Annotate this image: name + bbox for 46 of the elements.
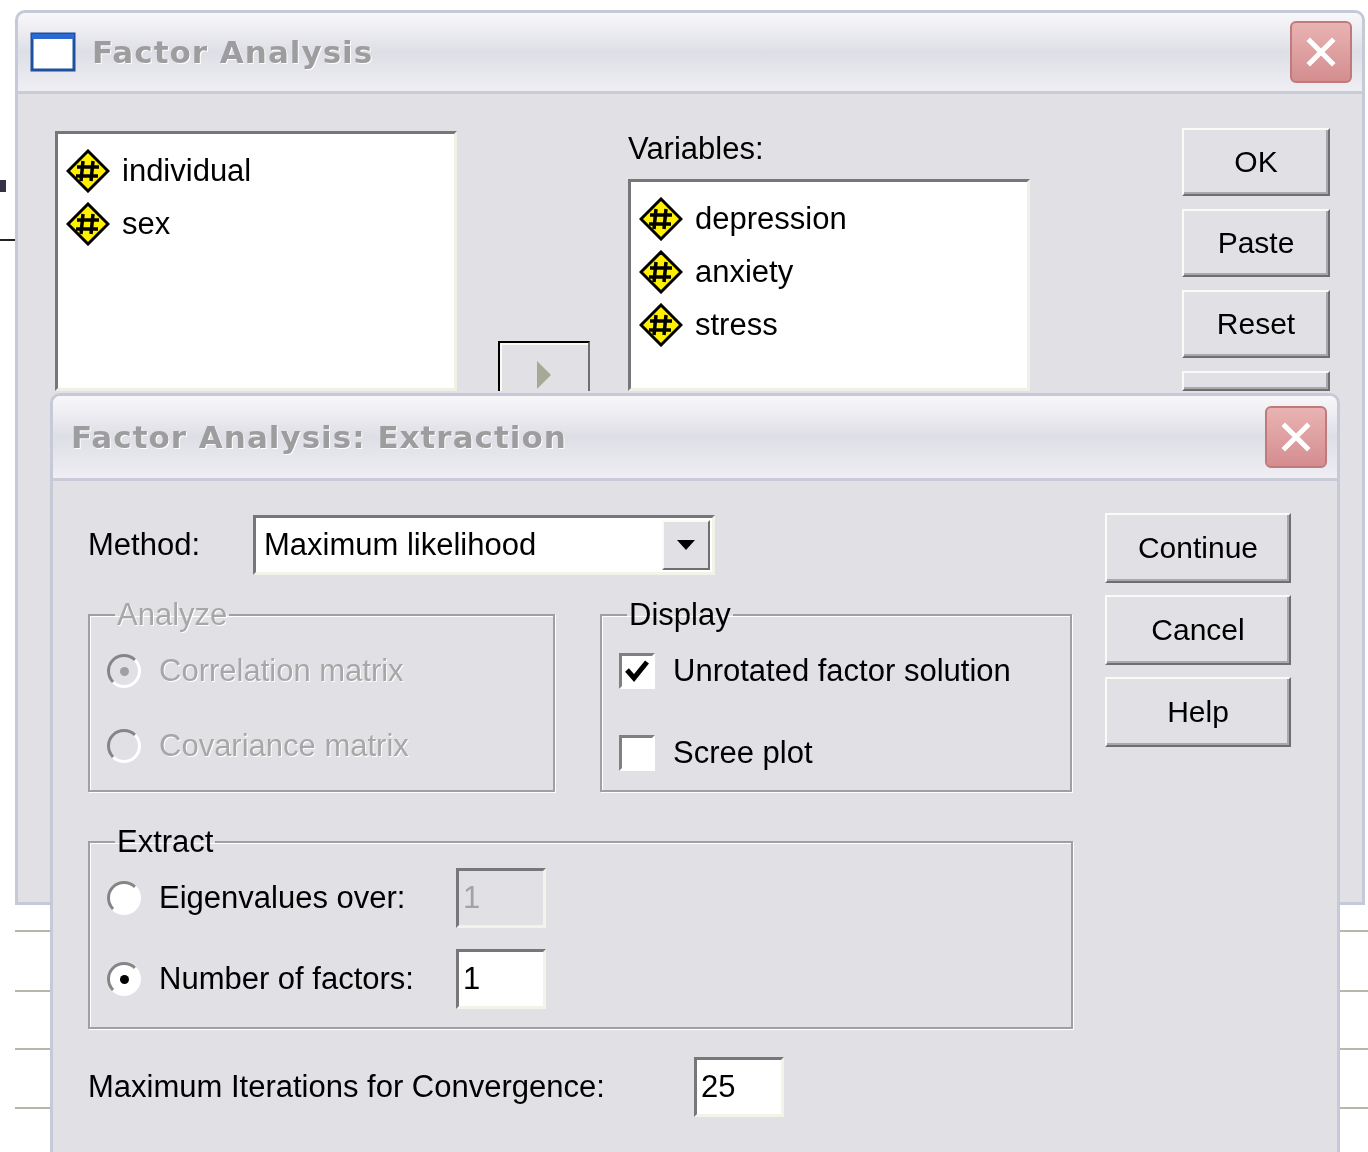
close-button[interactable] [1265,406,1327,468]
caret-icon [676,539,696,551]
window-title: Factor Analysis: Extraction [71,419,568,455]
option-label[interactable]: Number of factors: [159,961,456,997]
list-item[interactable]: depression [695,200,847,237]
close-button[interactable] [1290,21,1352,83]
window-icon [30,32,76,72]
group-title: Extract [116,824,215,860]
field-label: Method: [88,527,201,563]
dialog-button[interactable] [1182,371,1330,391]
option-label[interactable]: Unrotated factor solution [673,653,1011,689]
list-item[interactable]: anxiety [695,253,794,290]
edge-mark [0,180,6,192]
iterations-field[interactable]: 25 [694,1057,784,1117]
dialog-button[interactable]: Continue [1105,513,1291,583]
checkbox[interactable] [619,735,655,771]
variable-list[interactable]: individual sex [55,131,457,391]
field-label: Variables: [628,131,765,168]
diamond-hash-icon [66,148,110,193]
number-field[interactable]: 1 [456,949,546,1009]
field-label: Maximum Iterations for Convergence: [88,1069,606,1105]
checkbox[interactable] [619,653,655,689]
dialog-button[interactable]: Paste [1182,209,1330,277]
list-item[interactable]: individual [122,152,252,189]
radio-button[interactable] [107,881,141,915]
diamond-hash-icon [639,302,683,347]
dialog-button[interactable]: Help [1105,677,1291,747]
arrow-button[interactable] [498,341,590,391]
dialog-button[interactable]: Cancel [1105,595,1291,665]
window-title: Factor Analysis [92,34,375,70]
diamond-hash-icon [66,201,110,246]
method-dropdown[interactable]: Maximum likelihood [253,515,715,575]
option-label[interactable]: Eigenvalues over: [159,880,456,916]
dialog-button[interactable]: OK [1182,128,1330,196]
radio-button[interactable] [107,962,141,996]
diamond-hash-icon [639,249,683,294]
dialog-button[interactable]: Reset [1182,290,1330,358]
list-item[interactable]: stress [695,306,778,343]
option-label[interactable]: Scree plot [673,735,813,771]
variable-list[interactable]: depression anxiety stress [628,179,1030,391]
diamond-hash-icon [639,196,683,241]
group-title: Analyze [116,597,229,633]
dropdown-button[interactable] [662,520,710,570]
right-triangle-icon [535,359,553,391]
group-title: Display [628,597,732,633]
list-item[interactable]: sex [122,205,171,242]
